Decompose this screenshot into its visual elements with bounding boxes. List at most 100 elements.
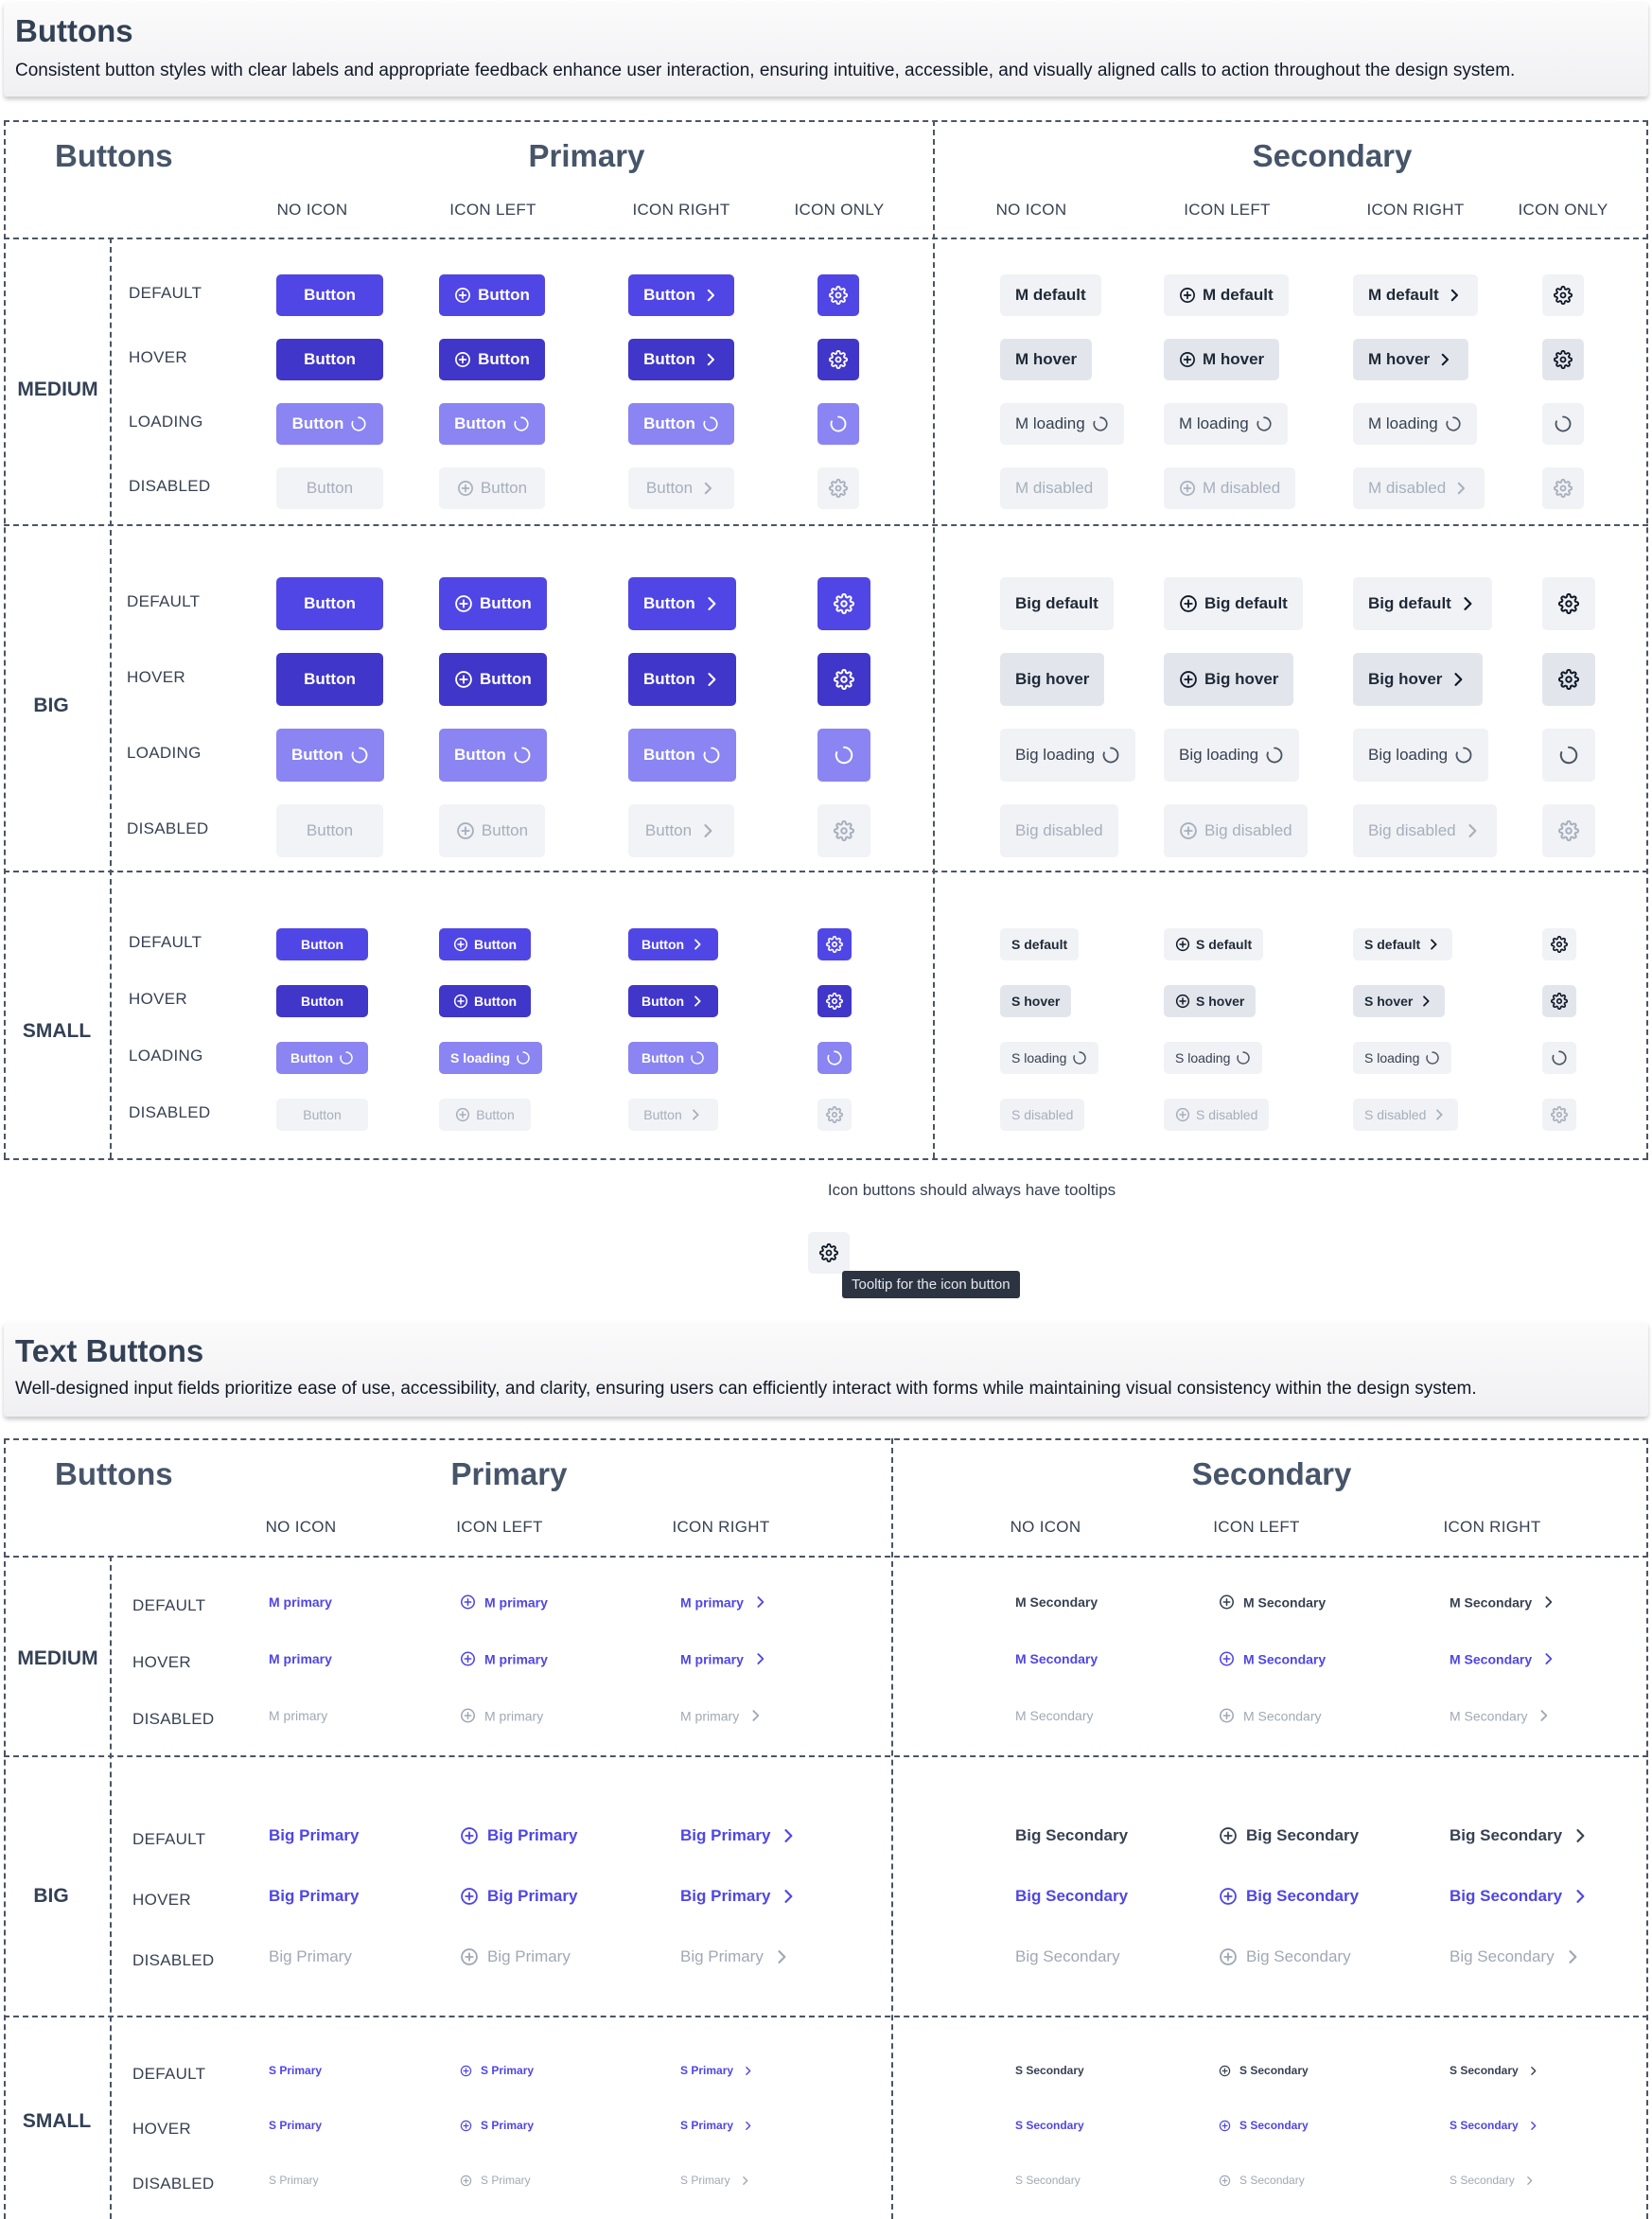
secondary-button-left-hov[interactable]: M hover (1164, 339, 1280, 380)
secondary-button-only-load[interactable] (1542, 729, 1595, 782)
primary-button-left-load[interactable]: Button (439, 403, 545, 445)
secondary-text-button-none-def[interactable]: M Secondary (1015, 1594, 1098, 1610)
primary-text-button-none-def[interactable]: Big Primary (269, 1826, 359, 1845)
primary-button-left-hov[interactable]: Button (439, 985, 531, 1017)
primary-button-right-hov[interactable]: Button (628, 985, 718, 1017)
primary-text-button-right-hov[interactable]: M primary (680, 1651, 768, 1667)
secondary-button-only-load[interactable] (1542, 403, 1584, 445)
primary-button-right-load[interactable]: Button (628, 729, 736, 782)
primary-button-only-hov[interactable] (817, 339, 859, 380)
secondary-button-left-def[interactable]: Big default (1164, 577, 1303, 630)
primary-button-only-hov[interactable] (817, 653, 870, 706)
secondary-text-button-left-def[interactable]: M Secondary (1219, 1594, 1326, 1611)
primary-button-right-load[interactable]: Button (628, 403, 734, 445)
secondary-text-button-none-hov[interactable]: Big Secondary (1015, 1887, 1128, 1906)
primary-text-button-left-def[interactable]: M primary (460, 1594, 548, 1611)
secondary-button-right-load[interactable]: Big loading (1353, 729, 1489, 782)
secondary-text-button-left-def[interactable]: S Secondary (1219, 2064, 1309, 2077)
primary-text-button-left-def[interactable]: S Primary (460, 2064, 534, 2077)
secondary-button-only-def[interactable] (1542, 928, 1576, 960)
secondary-text-button-left-hov[interactable]: S Secondary (1219, 2119, 1309, 2132)
primary-button-left-def[interactable]: Button (439, 928, 531, 960)
secondary-button-right-def[interactable]: Big default (1353, 577, 1492, 630)
secondary-text-button-right-def[interactable]: S Secondary (1450, 2064, 1539, 2077)
secondary-text-button-right-def[interactable]: M Secondary (1450, 1594, 1556, 1611)
primary-text-button-left-hov[interactable]: M primary (460, 1651, 548, 1667)
secondary-button-right-load[interactable]: M loading (1353, 403, 1477, 445)
secondary-button-right-hov[interactable]: M hover (1353, 339, 1469, 380)
secondary-button-none-load[interactable]: M loading (1000, 403, 1124, 445)
secondary-button-none-hov[interactable]: S hover (1000, 985, 1072, 1017)
secondary-button-only-load[interactable] (1542, 1042, 1576, 1074)
secondary-button-right-hov[interactable]: S hover (1353, 985, 1446, 1017)
secondary-button-none-def[interactable]: S default (1000, 928, 1080, 960)
primary-text-button-none-def[interactable]: M primary (269, 1594, 332, 1610)
secondary-text-button-right-def[interactable]: Big Secondary (1450, 1826, 1590, 1845)
secondary-button-none-hov[interactable]: M hover (1000, 339, 1093, 380)
secondary-button-none-hov[interactable]: Big hover (1000, 653, 1105, 706)
secondary-button-only-hov[interactable] (1542, 339, 1584, 380)
primary-button-none-load[interactable]: Button (276, 729, 384, 782)
primary-button-none-load[interactable]: Button (276, 1042, 368, 1074)
primary-text-button-right-def[interactable]: M primary (680, 1594, 768, 1611)
icon-only-button-with-tooltip[interactable] (808, 1232, 850, 1274)
primary-button-none-def[interactable]: Button (276, 577, 383, 630)
secondary-button-right-load[interactable]: S loading (1353, 1042, 1452, 1074)
secondary-button-only-hov[interactable] (1542, 985, 1576, 1017)
primary-button-none-hov[interactable]: Button (276, 339, 383, 380)
secondary-button-left-def[interactable]: S default (1164, 928, 1264, 960)
secondary-text-button-none-hov[interactable]: M Secondary (1015, 1651, 1098, 1666)
secondary-button-none-def[interactable]: Big default (1000, 577, 1114, 630)
primary-text-button-right-hov[interactable]: S Primary (680, 2119, 754, 2132)
primary-button-right-def[interactable]: Button (628, 577, 736, 630)
secondary-text-button-none-hov[interactable]: S Secondary (1015, 2119, 1084, 2132)
primary-button-none-def[interactable]: Button (276, 928, 368, 960)
primary-button-right-load[interactable]: Button (628, 1042, 718, 1074)
primary-text-button-right-hov[interactable]: Big Primary (680, 1887, 798, 1906)
primary-button-only-load[interactable] (817, 729, 870, 782)
primary-button-left-load[interactable]: Button (439, 729, 547, 782)
primary-button-only-def[interactable] (817, 274, 859, 316)
primary-button-right-def[interactable]: Button (628, 274, 734, 316)
primary-button-right-def[interactable]: Button (628, 928, 718, 960)
primary-button-only-load[interactable] (817, 403, 859, 445)
secondary-button-right-hov[interactable]: Big hover (1353, 653, 1484, 706)
primary-text-button-left-hov[interactable]: Big Primary (460, 1887, 577, 1906)
secondary-button-left-hov[interactable]: Big hover (1164, 653, 1294, 706)
primary-button-left-load[interactable]: S loading (439, 1042, 542, 1074)
primary-text-button-none-hov[interactable]: Big Primary (269, 1887, 359, 1906)
secondary-button-left-hov[interactable]: S hover (1164, 985, 1257, 1017)
secondary-text-button-left-def[interactable]: Big Secondary (1219, 1826, 1359, 1845)
primary-button-none-load[interactable]: Button (276, 403, 383, 445)
secondary-button-only-def[interactable] (1542, 274, 1584, 316)
secondary-button-none-load[interactable]: Big loading (1000, 729, 1136, 782)
secondary-button-left-load[interactable]: M loading (1164, 403, 1288, 445)
primary-button-only-def[interactable] (817, 928, 852, 960)
primary-button-only-load[interactable] (817, 1042, 852, 1074)
primary-button-none-hov[interactable]: Button (276, 985, 368, 1017)
secondary-button-left-def[interactable]: M default (1164, 274, 1289, 316)
secondary-button-only-hov[interactable] (1542, 653, 1595, 706)
secondary-button-none-load[interactable]: S loading (1000, 1042, 1099, 1074)
primary-button-only-def[interactable] (817, 577, 870, 630)
primary-text-button-right-def[interactable]: S Primary (680, 2064, 754, 2077)
primary-button-left-def[interactable]: Button (439, 274, 545, 316)
primary-button-none-def[interactable]: Button (276, 274, 383, 316)
primary-button-left-hov[interactable]: Button (439, 653, 547, 706)
secondary-button-none-def[interactable]: M default (1000, 274, 1101, 316)
secondary-text-button-left-hov[interactable]: M Secondary (1219, 1651, 1326, 1667)
secondary-button-left-load[interactable]: S loading (1164, 1042, 1263, 1074)
secondary-button-right-def[interactable]: S default (1353, 928, 1453, 960)
primary-text-button-left-hov[interactable]: S Primary (460, 2119, 534, 2132)
primary-text-button-right-def[interactable]: Big Primary (680, 1826, 798, 1845)
primary-button-none-hov[interactable]: Button (276, 653, 383, 706)
primary-button-left-def[interactable]: Button (439, 577, 547, 630)
primary-text-button-left-def[interactable]: Big Primary (460, 1826, 577, 1845)
secondary-text-button-none-def[interactable]: Big Secondary (1015, 1826, 1128, 1845)
secondary-text-button-right-hov[interactable]: M Secondary (1450, 1651, 1556, 1667)
secondary-button-left-load[interactable]: Big loading (1164, 729, 1300, 782)
secondary-text-button-right-hov[interactable]: Big Secondary (1450, 1887, 1590, 1906)
primary-text-button-none-def[interactable]: S Primary (269, 2064, 322, 2077)
secondary-text-button-left-hov[interactable]: Big Secondary (1219, 1887, 1359, 1906)
secondary-text-button-none-def[interactable]: S Secondary (1015, 2064, 1084, 2077)
